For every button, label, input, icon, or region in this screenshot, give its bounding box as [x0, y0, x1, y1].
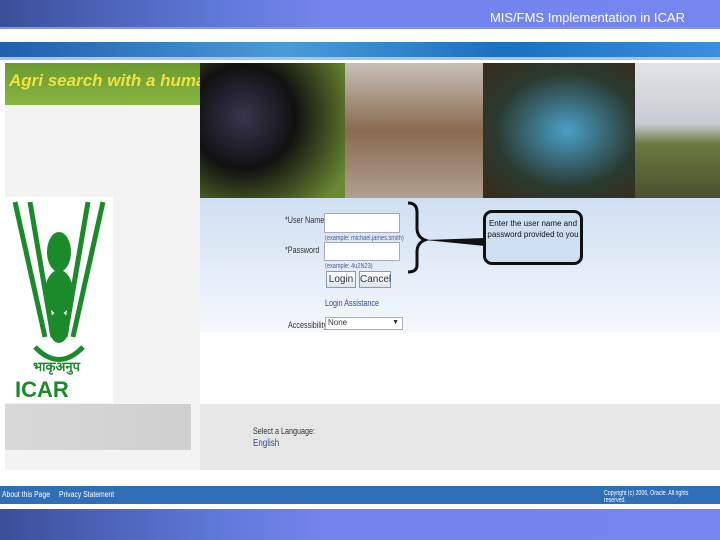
username-label: *User Name: [285, 215, 325, 225]
icar-hindi-text: भाकृअनुप: [33, 359, 81, 374]
password-hint: (example: 4u2N23): [325, 263, 373, 270]
icar-text: ICAR: [15, 377, 69, 402]
accessibility-label: Accessibility: [288, 320, 328, 330]
icar-logo: भाकृअनुप ICAR: [5, 197, 113, 403]
chevron-down-icon: ▼: [392, 319, 399, 326]
login-assistance-link[interactable]: Login Assistance: [325, 298, 379, 308]
login-button[interactable]: Login: [326, 271, 356, 288]
farmer-photo: [635, 63, 720, 198]
password-input[interactable]: [324, 242, 400, 261]
copyright-text: Copyright (c) 2006, Oracle. All rights r…: [604, 490, 689, 504]
banner-strip: [0, 42, 720, 60]
about-page-link[interactable]: About this Page: [2, 490, 50, 499]
bottom-decor-bar: [0, 509, 720, 540]
agri-search-logo: Agri search with a human touch: [5, 63, 200, 105]
cancel-button[interactable]: Cancel: [359, 271, 391, 288]
fish-photo: [483, 63, 635, 198]
camel-milk-photo: [345, 63, 483, 198]
instruction-callout: Enter the user name and password provide…: [483, 210, 583, 265]
password-label: *Password: [285, 245, 320, 255]
language-label: Select a Language:: [253, 426, 316, 436]
username-input[interactable]: [324, 213, 400, 233]
accessibility-value: None: [328, 318, 348, 327]
page-title: MIS/FMS Implementation in ICAR: [489, 10, 685, 25]
language-panel: Select a Language: English: [200, 404, 720, 470]
jamun-photo: [200, 63, 345, 198]
footer-bar: About this Page Privacy Statement Copyri…: [0, 486, 720, 504]
accessibility-select[interactable]: None ▼: [325, 317, 403, 330]
username-hint: (example: michael.james.smith): [325, 235, 404, 242]
privacy-statement-link[interactable]: Privacy Statement: [59, 490, 114, 499]
top-header-bar: MIS/FMS Implementation in ICAR: [0, 0, 720, 29]
wheat-icon: [12, 201, 106, 362]
language-english-link[interactable]: English: [253, 438, 279, 449]
globe-graphic: [5, 404, 191, 450]
bracket-pointer: [407, 201, 485, 274]
